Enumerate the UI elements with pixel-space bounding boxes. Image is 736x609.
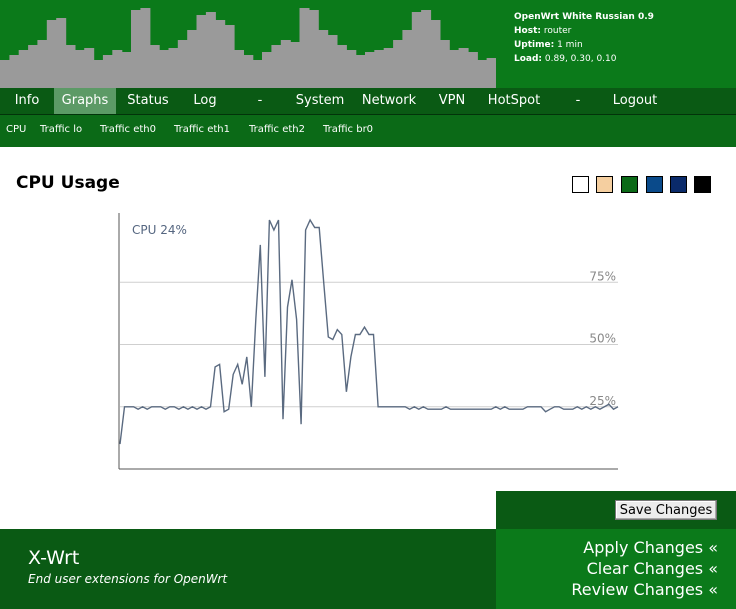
save-changes-button[interactable]: Save Changes [615, 500, 717, 520]
brand-tagline: End user extensions for OpenWrt [28, 572, 228, 586]
tick-label: 75% [589, 269, 616, 283]
cpu-chart: 25% 50% 75% CPU 24% [118, 213, 619, 470]
tick-label: 50% [589, 332, 616, 346]
chart-title: CPU 24% [132, 223, 187, 237]
cpu-series-line [119, 218, 619, 445]
clear-changes-link[interactable]: Clear Changes « [587, 559, 718, 578]
apply-changes-link[interactable]: Apply Changes « [583, 538, 718, 557]
tick-label: 25% [589, 394, 616, 408]
review-changes-link[interactable]: Review Changes « [571, 580, 718, 599]
brand-name: X-Wrt [28, 547, 80, 569]
